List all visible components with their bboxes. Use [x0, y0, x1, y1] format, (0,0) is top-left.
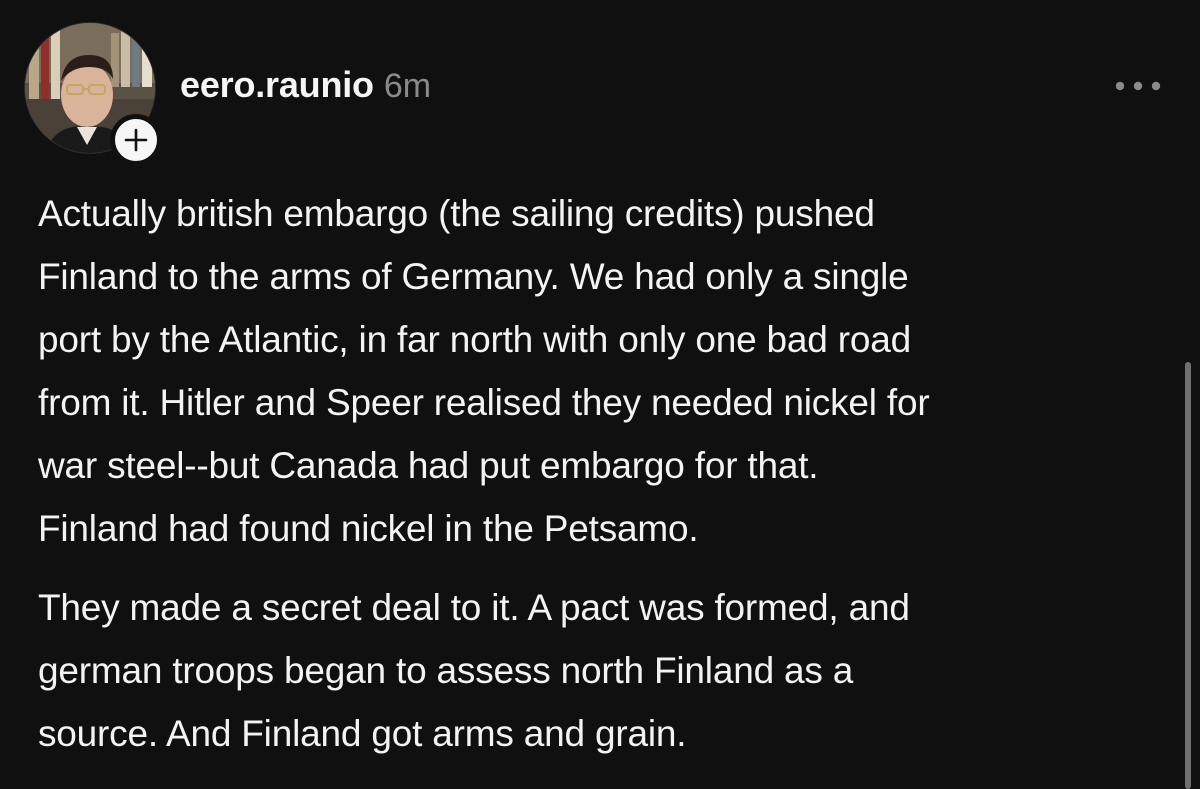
post-timestamp: 6m	[383, 67, 432, 105]
text-line: from it. Hitler and Speer realised they …	[38, 382, 930, 423]
thread-post: eero.raunio 6m Actually british embargo …	[0, 0, 1200, 789]
avatar-container[interactable]	[24, 22, 162, 166]
plus-icon	[124, 128, 148, 152]
more-horizontal-icon	[1115, 81, 1161, 91]
post-paragraph: They made a secret deal to it. A pact wa…	[38, 576, 1178, 765]
more-options-button[interactable]	[1110, 70, 1166, 102]
post-body: Actually british embargo (the sailing cr…	[38, 182, 1178, 765]
username-link[interactable]: eero.raunio	[180, 64, 374, 106]
text-line: german troops began to assess north Finl…	[38, 650, 854, 691]
text-line: source. And Finland got arms and grain.	[38, 713, 687, 754]
post-paragraph: Actually british embargo (the sailing cr…	[38, 182, 1178, 560]
text-line: Actually british embargo (the sailing cr…	[38, 193, 875, 234]
post-header: eero.raunio 6m	[180, 64, 431, 112]
text-line: war steel--but Canada had put embargo fo…	[38, 445, 819, 486]
text-line: port by the Atlantic, in far north with …	[38, 319, 912, 360]
text-line: Finland to the arms of Germany. We had o…	[38, 256, 909, 297]
text-line: Finland had found nickel in the Petsamo.	[38, 508, 699, 549]
scrollbar-thumb[interactable]	[1185, 362, 1191, 789]
text-line: They made a secret deal to it. A pact wa…	[38, 587, 910, 628]
follow-button[interactable]	[110, 114, 162, 166]
